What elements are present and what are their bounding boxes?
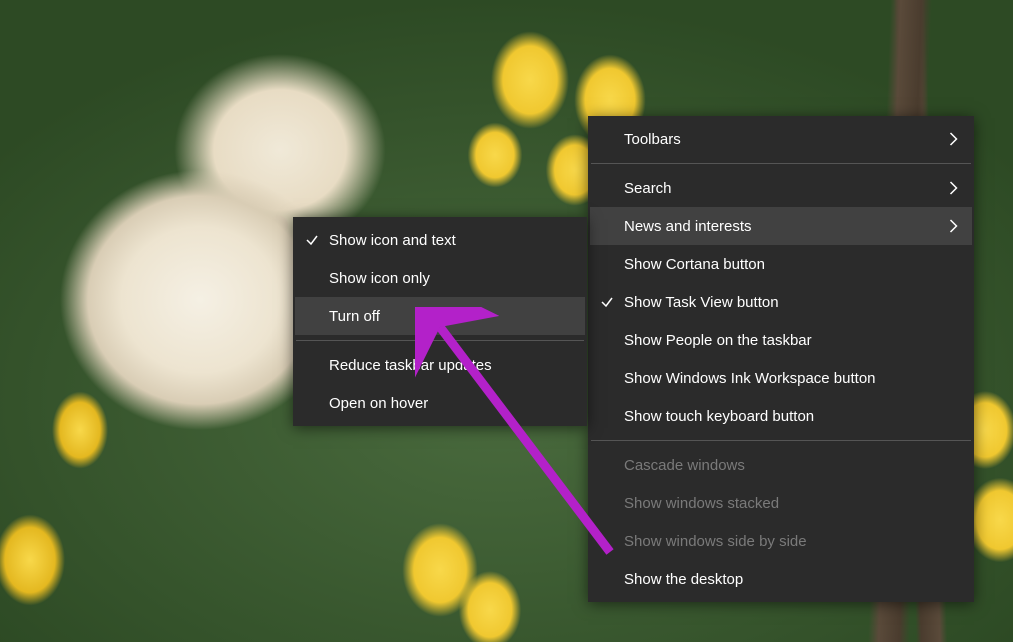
submenu-item-open-on-hover[interactable]: Open on hover [295,384,585,422]
news-interests-submenu: Show icon and text Show icon only Turn o… [293,217,587,426]
menu-item-label: Show Task View button [624,294,940,311]
menu-item-label: Turn off [329,308,571,325]
menu-item-news-interests[interactable]: News and interests [590,207,972,245]
checkmark-icon [295,233,329,247]
menu-item-label: Show icon only [329,270,571,287]
menu-item-label: Show touch keyboard button [624,408,940,425]
menu-item-label: Show icon and text [329,232,571,249]
menu-item-show-taskview[interactable]: Show Task View button [590,283,972,321]
menu-item-label: Search [624,180,940,197]
submenu-item-show-icon-text[interactable]: Show icon and text [295,221,585,259]
menu-item-cascade: Cascade windows [590,446,972,484]
menu-item-label: Show the desktop [624,571,940,588]
menu-item-label: Show People on the taskbar [624,332,940,349]
menu-item-stacked: Show windows stacked [590,484,972,522]
menu-item-side-by-side: Show windows side by side [590,522,972,560]
menu-item-label: Show Windows Ink Workspace button [624,370,940,387]
menu-item-show-cortana[interactable]: Show Cortana button [590,245,972,283]
menu-item-label: News and interests [624,218,940,235]
menu-item-label: Show windows stacked [624,495,940,512]
menu-item-show-desktop[interactable]: Show the desktop [590,560,972,598]
menu-item-toolbars[interactable]: Toolbars [590,120,972,158]
menu-item-label: Reduce taskbar updates [329,357,571,374]
checkmark-icon [590,295,624,309]
menu-item-show-touch-kb[interactable]: Show touch keyboard button [590,397,972,435]
menu-item-label: Show Cortana button [624,256,940,273]
menu-item-label: Open on hover [329,395,571,412]
menu-item-label: Cascade windows [624,457,940,474]
submenu-item-turn-off[interactable]: Turn off [295,297,585,335]
submenu-chevron-icon [940,132,958,146]
menu-item-search[interactable]: Search [590,169,972,207]
submenu-item-reduce-updates[interactable]: Reduce taskbar updates [295,346,585,384]
menu-separator [591,440,971,441]
menu-item-show-people[interactable]: Show People on the taskbar [590,321,972,359]
submenu-chevron-icon [940,181,958,195]
menu-separator [591,163,971,164]
menu-item-show-ink[interactable]: Show Windows Ink Workspace button [590,359,972,397]
menu-separator [296,340,584,341]
taskbar-context-menu: Toolbars Search News and interests Show … [588,116,974,602]
menu-item-label: Toolbars [624,131,940,148]
menu-item-label: Show windows side by side [624,533,940,550]
submenu-item-show-icon-only[interactable]: Show icon only [295,259,585,297]
submenu-chevron-icon [940,219,958,233]
